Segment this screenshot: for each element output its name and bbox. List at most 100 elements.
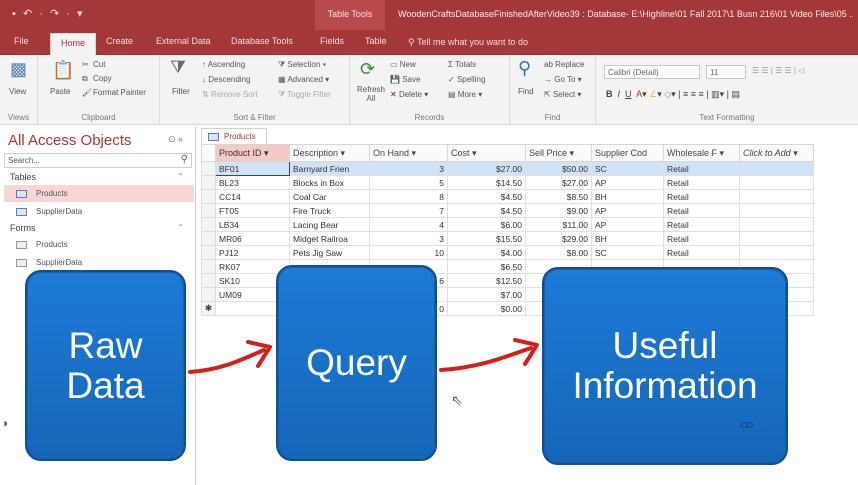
tab-fields[interactable]: Fields (320, 36, 344, 46)
tab-create[interactable]: Create (106, 36, 133, 46)
cell-description[interactable]: Fire Truck (289, 203, 370, 218)
table-row[interactable]: CC14 Coal Car 8 $4.50 $8.50 BH Retail (201, 189, 814, 204)
nav-item-supplierdata-form[interactable]: SupplierData (4, 254, 194, 271)
cell-supplier-code[interactable]: SC (591, 245, 664, 260)
cell-sell-price[interactable]: $27.00 (525, 175, 592, 190)
font-size-select[interactable]: 11 (706, 65, 746, 79)
cell-product-id[interactable]: MR06 (215, 231, 290, 246)
cut-button[interactable]: Cut (93, 60, 105, 69)
column-header-supplier-code[interactable]: Supplier Cod (591, 144, 664, 162)
cell-sell-price[interactable]: $8.50 (525, 189, 592, 204)
table-row[interactable]: MR06 Midget Railroa 3 $15.50 $29.00 BH Retail (201, 231, 814, 246)
cell-wholesale[interactable]: Retail (663, 203, 740, 218)
column-header-click-to-add[interactable]: Click to Add ▾ (739, 144, 814, 162)
cell-wholesale[interactable]: Retail (663, 231, 740, 246)
cell-supplier-code[interactable]: BH (591, 189, 664, 204)
cell-click-to-add[interactable] (739, 161, 814, 176)
column-header-description[interactable]: Description ▾ (289, 144, 370, 162)
cell-product-id[interactable]: BF01 (215, 161, 290, 176)
replace-button[interactable]: ab Replace (544, 60, 584, 69)
selection-button[interactable]: ⧩ Selection ▾ (278, 60, 326, 70)
save-record-button[interactable]: 💾 Save (390, 75, 420, 84)
cell-sell-price[interactable]: $29.00 (525, 231, 592, 246)
paste-icon[interactable]: 📋 (52, 60, 74, 81)
cell-product-id[interactable]: CC14 (215, 189, 290, 204)
spelling-button[interactable]: ✓ Spelling (448, 75, 485, 84)
tab-database-tools[interactable]: Database Tools (231, 36, 293, 46)
advanced-button[interactable]: ▦ Advanced ▾ (278, 75, 329, 84)
tab-file[interactable]: File (14, 36, 29, 46)
copy-button[interactable]: Copy (93, 74, 112, 83)
copy-icon[interactable]: ⧉ (82, 74, 88, 84)
cell-product-id[interactable]: LB34 (215, 217, 290, 232)
cell-sell-price[interactable]: $9.00 (525, 203, 592, 218)
view-button[interactable]: View (9, 87, 26, 96)
nav-section-tables[interactable]: Tables ⌃ (10, 172, 190, 182)
cell-sell-price[interactable]: $8.00 (525, 245, 592, 260)
cell-on-hand[interactable]: 5 (369, 175, 448, 190)
toggle-filter-button[interactable]: ⧩ Toggle Filter (278, 90, 331, 100)
table-row[interactable]: BL23 Blocks in Box 5 $14.50 $27.00 AP Retail (201, 175, 814, 190)
cell-cost[interactable]: $0.00 (447, 301, 526, 316)
cell-on-hand[interactable]: 3 (369, 231, 448, 246)
refresh-icon[interactable]: ⟳ (360, 59, 375, 80)
cell-on-hand[interactable]: 4 (369, 217, 448, 232)
record-selector[interactable] (201, 273, 216, 288)
cell-description[interactable]: Midget Railroa (289, 231, 370, 246)
cell-cost[interactable]: $27.00 (447, 161, 526, 176)
descending-button[interactable]: ↓ Descending (202, 75, 250, 84)
nav-section-forms[interactable]: Forms ⌃ (10, 223, 190, 233)
cell-click-to-add[interactable] (739, 217, 814, 232)
cell-cost[interactable]: $4.00 (447, 245, 526, 260)
record-selector[interactable] (201, 161, 216, 176)
find-button[interactable]: Find (518, 87, 534, 96)
column-header-product-id[interactable]: Product ID ▾ (215, 144, 290, 162)
column-header-sell-price[interactable]: Sell Price ▾ (525, 144, 592, 162)
totals-button[interactable]: Σ Totals (448, 60, 476, 69)
cell-supplier-code[interactable]: SC (591, 161, 664, 176)
cell-description[interactable]: Pets Jig Saw (289, 245, 370, 260)
filter-button[interactable]: Filter (172, 87, 190, 96)
record-selector[interactable] (201, 259, 216, 274)
select-all-cell[interactable] (201, 144, 216, 162)
record-selector[interactable] (201, 175, 216, 190)
filter-icon[interactable]: ⧩ (170, 57, 186, 78)
record-selector[interactable] (201, 287, 216, 302)
view-icon[interactable]: ▩ (10, 59, 27, 80)
cell-supplier-code[interactable]: AP (591, 217, 664, 232)
format-painter-icon[interactable]: 🖌 (82, 88, 92, 97)
cell-wholesale[interactable]: Retail (663, 245, 740, 260)
cell-wholesale[interactable]: Retail (663, 189, 740, 204)
delete-record-button[interactable]: ✕ Delete ▾ (390, 90, 428, 99)
nav-item-products-table[interactable]: Products (4, 185, 194, 202)
cell-cost[interactable]: $4.50 (447, 189, 526, 204)
nav-pane-title[interactable]: All Access Objects (8, 132, 131, 149)
refresh-all-button[interactable]: Refresh All (356, 85, 386, 103)
cell-product-id[interactable]: FT05 (215, 203, 290, 218)
cell-wholesale[interactable]: Retail (663, 161, 740, 176)
tell-me-box[interactable]: ⚲ Tell me what you want to do (408, 37, 528, 48)
cell-wholesale[interactable]: Retail (663, 175, 740, 190)
find-icon[interactable]: ⚲ (518, 58, 531, 79)
column-header-on-hand[interactable]: On Hand ▾ (369, 144, 448, 162)
cell-supplier-code[interactable]: AP (591, 203, 664, 218)
nav-pane-collapse-icon[interactable]: ⊙ « (168, 134, 183, 145)
cell-product-id[interactable]: PJ12 (215, 245, 290, 260)
table-row[interactable]: LB34 Lacing Bear 4 $6.00 $11.00 AP Retail (201, 217, 814, 232)
tab-external-data[interactable]: External Data (156, 36, 211, 46)
ascending-button[interactable]: ↑ Ascending (202, 60, 245, 69)
paste-button[interactable]: Paste (50, 87, 70, 96)
cell-description[interactable]: Barnyard Frien (289, 161, 370, 176)
nav-item-supplierdata-table[interactable]: SupplierData (4, 203, 194, 220)
cell-sell-price[interactable]: $50.00 (525, 161, 592, 176)
cut-icon[interactable]: ✂ (82, 60, 89, 69)
cell-supplier-code[interactable]: BH (591, 231, 664, 246)
nav-search-input[interactable]: Search... ⚲ (4, 153, 192, 168)
cell-cost[interactable]: $4.50 (447, 203, 526, 218)
cell-click-to-add[interactable] (739, 231, 814, 246)
record-selector[interactable] (201, 189, 216, 204)
font-name-select[interactable]: Calibri (Detail) (604, 65, 700, 79)
cell-supplier-code[interactable]: AP (591, 175, 664, 190)
cell-click-to-add[interactable] (739, 203, 814, 218)
table-row[interactable]: FT05 Fire Truck 7 $4.50 $9.00 AP Retail (201, 203, 814, 218)
